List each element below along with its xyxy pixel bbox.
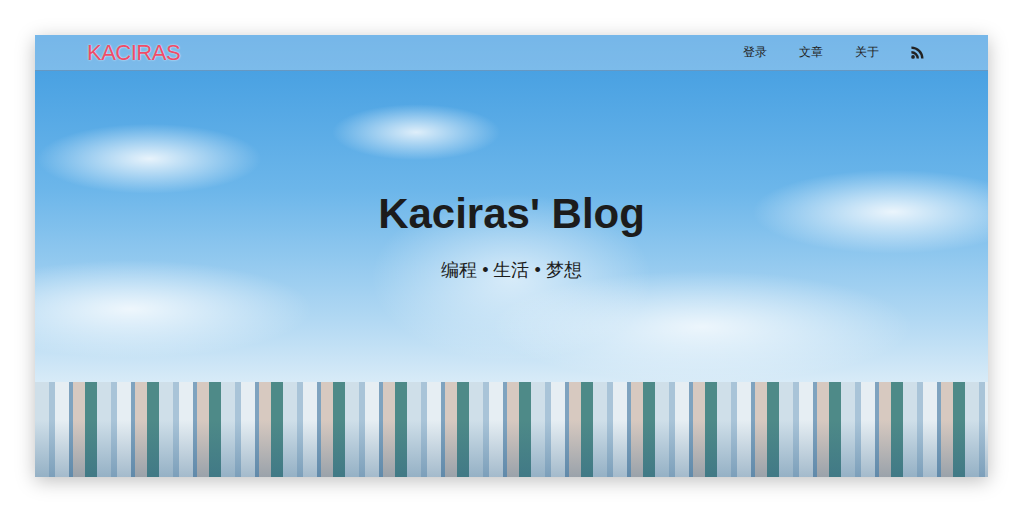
rss-icon[interactable] (911, 46, 924, 59)
site-title: Kaciras' Blog (378, 189, 645, 239)
page: KACIRAS 登录 文章 关于 Kaciras' Blog 编程 • 生活 • 梦… (0, 0, 1024, 513)
banner: Kaciras' Blog 编程 • 生活 • 梦想 (35, 71, 988, 382)
city-skyline (35, 382, 988, 477)
nav-item[interactable]: 关于 (855, 44, 879, 61)
navbar: KACIRAS 登录 文章 关于 (35, 35, 988, 71)
logo[interactable]: KACIRAS (87, 40, 180, 66)
blog-hero: KACIRAS 登录 文章 关于 Kaciras' Blog 编程 • 生活 • 梦… (35, 35, 988, 477)
site-subtitle: 编程 • 生活 • 梦想 (441, 259, 582, 282)
nav-item[interactable]: 文章 (799, 44, 823, 61)
nav-menu: 登录 文章 关于 (743, 44, 924, 61)
nav-item[interactable]: 登录 (743, 44, 767, 61)
